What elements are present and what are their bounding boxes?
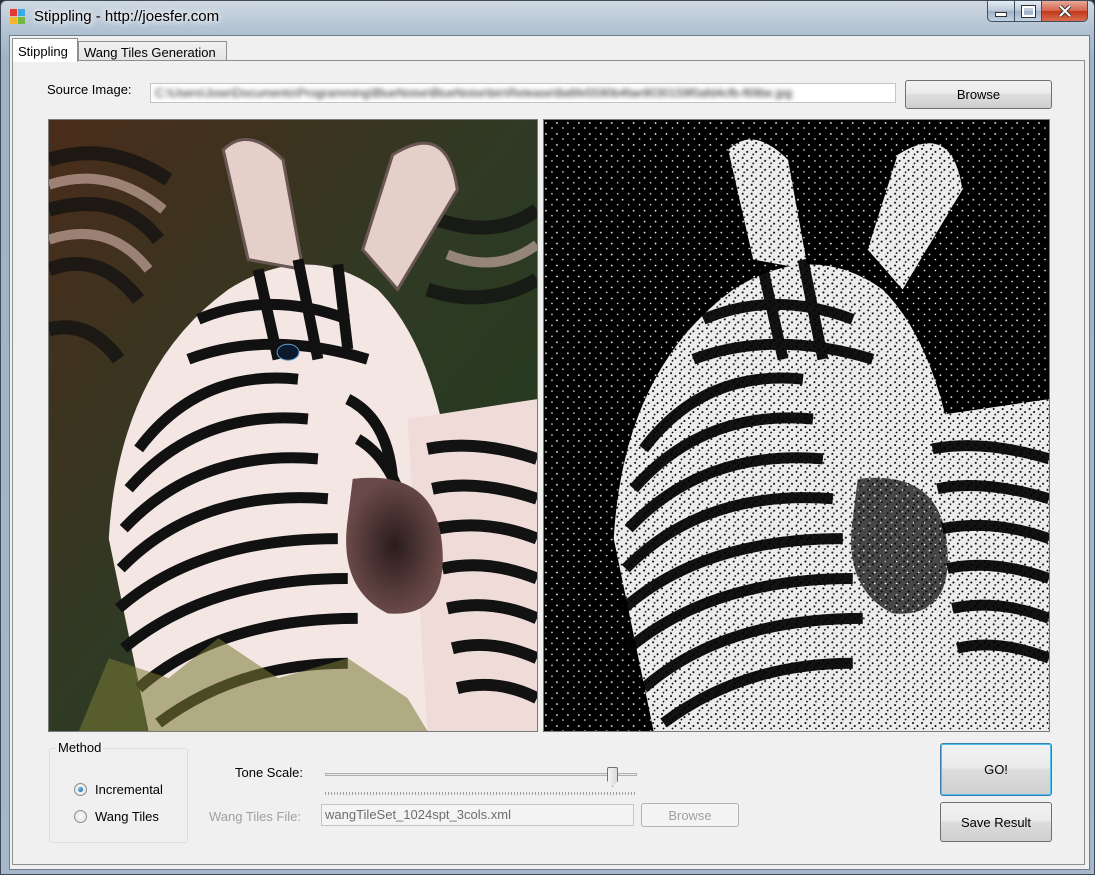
minimize-button[interactable] (987, 1, 1015, 22)
incremental-label: Incremental (95, 782, 163, 797)
source-image (48, 119, 538, 732)
stippled-zebra (544, 120, 1049, 731)
stippled-result-image (543, 119, 1050, 732)
save-result-button[interactable]: Save Result (940, 802, 1052, 842)
tab-stippling[interactable]: Stippling (12, 38, 78, 62)
close-button[interactable] (1042, 1, 1088, 22)
method-legend: Method (56, 740, 104, 755)
title-bar[interactable]: Stippling - http://joesfer.com (1, 1, 1094, 35)
source-browse-button[interactable]: Browse (905, 80, 1052, 109)
close-icon (1058, 5, 1071, 17)
tone-scale-thumb[interactable] (607, 767, 619, 787)
tone-scale-slider[interactable] (325, 767, 637, 797)
wang-tiles-label: Wang Tiles (95, 809, 159, 824)
tone-scale-ticks (325, 792, 637, 795)
tone-scale-track (325, 773, 637, 776)
window-title: Stippling - http://joesfer.com (34, 8, 220, 25)
go-button[interactable]: GO! (940, 743, 1052, 796)
method-wang-tiles-option[interactable]: Wang Tiles (74, 809, 159, 824)
wang-tiles-file-label: Wang Tiles File: (209, 809, 301, 824)
maximize-button[interactable] (1015, 1, 1042, 22)
method-incremental-option[interactable]: Incremental (74, 782, 163, 797)
wang-tiles-browse-button[interactable]: Browse (641, 803, 739, 827)
wang-tiles-file-input[interactable]: wangTileSet_1024spt_3cols.xml (321, 804, 634, 826)
app-window: Stippling - http://joesfer.com Stippling… (0, 0, 1095, 875)
stippling-tab-page: Source Image: C:\Users\Jose\Documents\Pr… (12, 60, 1085, 865)
source-image-label: Source Image: (47, 82, 132, 97)
caption-buttons (987, 1, 1088, 23)
wang-tiles-radio[interactable] (74, 810, 87, 823)
source-path-field[interactable]: C:\Users\Jose\Documents\Programming\Blue… (150, 83, 896, 103)
source-path-value: C:\Users\Jose\Documents\Programming\Blue… (155, 86, 793, 100)
maximize-icon (1020, 4, 1036, 18)
tone-scale-label: Tone Scale: (235, 765, 303, 780)
incremental-radio[interactable] (74, 783, 87, 796)
tab-wang-tiles-generation[interactable]: Wang Tiles Generation (78, 41, 227, 61)
zebra-photo (49, 120, 537, 731)
minimize-icon (995, 11, 1007, 17)
method-groupbox: Method Incremental Wang Tiles (49, 740, 188, 843)
app-icon[interactable] (10, 9, 26, 25)
client-area: Stippling Wang Tiles Generation Source I… (9, 35, 1090, 870)
